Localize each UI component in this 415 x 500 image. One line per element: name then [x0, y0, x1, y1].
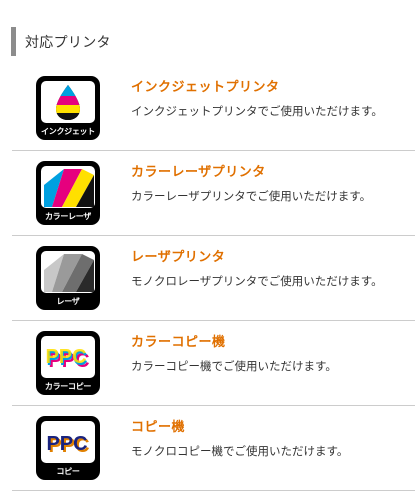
printer-description: カラーレーザプリンタでご使用いただけます。: [131, 189, 372, 203]
laser-icon-caption: レーザ: [56, 297, 80, 306]
inkjet-icon: インクジェット: [36, 76, 100, 140]
laser-icon: レーザ: [36, 246, 100, 310]
printer-item-color-laser: カラーレーザ カラーレーザプリンタ カラーレーザプリンタでご使用いただけます。: [12, 151, 415, 236]
section-title: 対応プリンタ: [25, 34, 111, 51]
printer-name[interactable]: インクジェットプリンタ: [131, 76, 280, 95]
color-copier-icon-caption: カラーコピー: [44, 382, 92, 391]
printer-description: インクジェットプリンタでご使用いただけます。: [131, 104, 383, 118]
copier-icon: PPC PPC コピー: [36, 416, 100, 480]
copier-icon-caption: コピー: [56, 467, 80, 476]
printer-item-inkjet: インクジェット インクジェットプリンタ インクジェットプリンタでご使用いただけま…: [12, 66, 415, 151]
svg-text:PPC: PPC: [46, 433, 87, 455]
printer-description: カラーコピー機でご使用いただけます。: [131, 359, 337, 373]
printer-item-laser: レーザ レーザプリンタ モノクロレーザプリンタでご使用いただけます。: [12, 236, 415, 321]
printer-name[interactable]: レーザプリンタ: [131, 246, 225, 265]
color-laser-icon-caption: カラーレーザ: [44, 212, 92, 221]
section-header-bar: [11, 27, 16, 56]
printer-description: モノクロコピー機でご使用いただけます。: [131, 444, 349, 458]
svg-text:PPC: PPC: [45, 346, 86, 368]
color-copier-icon: PPC PPC PPC カラーコピー: [36, 331, 100, 395]
inkjet-icon-caption: インクジェット: [41, 127, 95, 136]
section-header: 対応プリンタ: [11, 27, 111, 56]
color-laser-icon: カラーレーザ: [36, 161, 100, 225]
printer-item-copier: PPC PPC コピー コピー機 モノクロコピー機でご使用いただけます。: [12, 406, 415, 491]
printer-name[interactable]: コピー機: [131, 416, 185, 435]
printer-name[interactable]: カラーレーザプリンタ: [131, 161, 266, 180]
printer-name[interactable]: カラーコピー機: [131, 331, 226, 350]
printer-description: モノクロレーザプリンタでご使用いただけます。: [131, 274, 383, 288]
printer-item-color-copier: PPC PPC PPC カラーコピー カラーコピー機 カラーコピー機でご使用いた…: [12, 321, 415, 406]
